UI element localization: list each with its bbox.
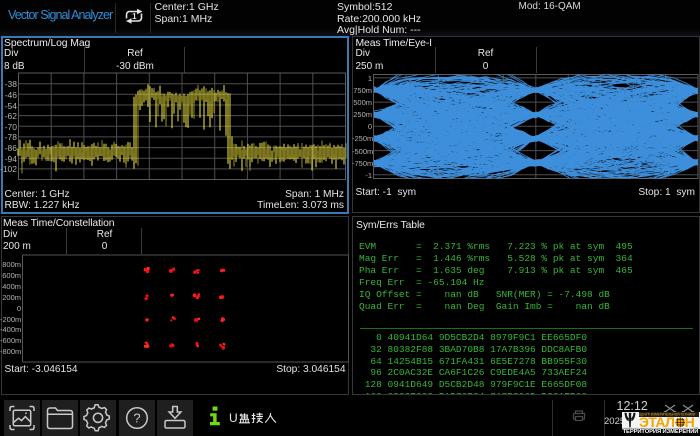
- svg-text:?: ?: [133, 410, 140, 425]
